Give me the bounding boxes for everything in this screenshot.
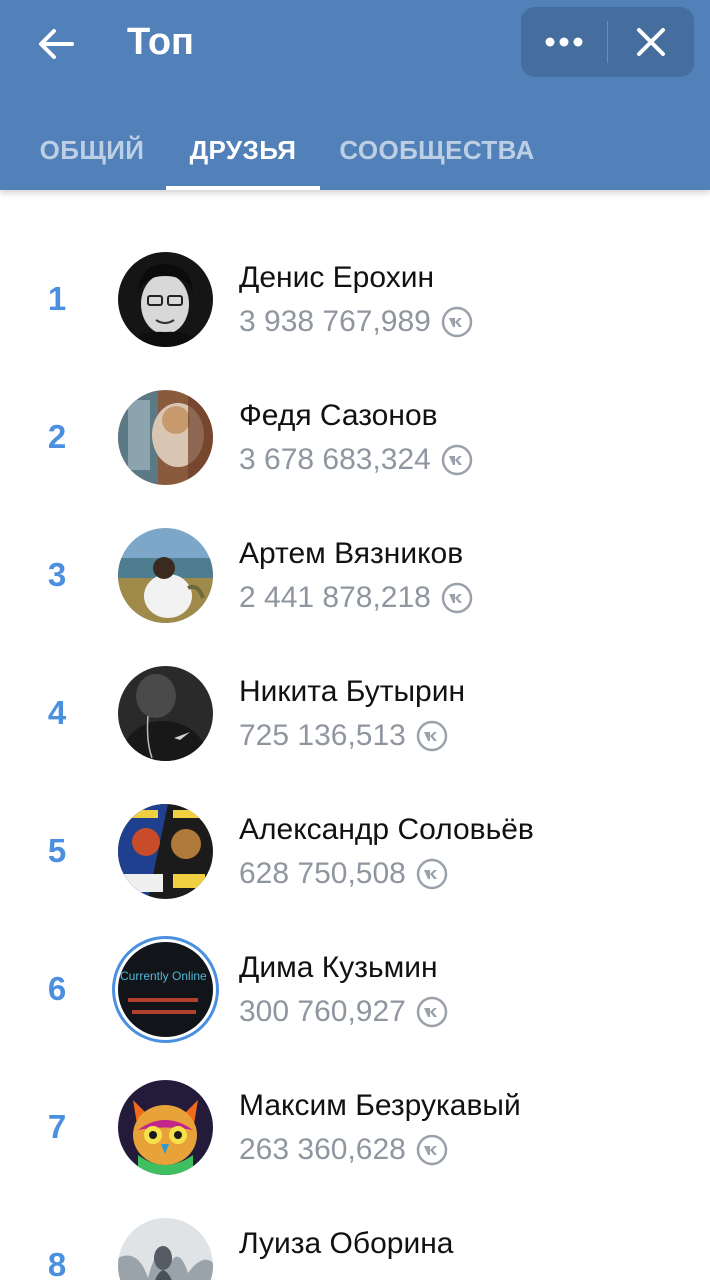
rank-number: 1 xyxy=(47,280,67,317)
leaderboard-list: 1 Денис Ерохин 3 938 767,989 2 Федя Сазо… xyxy=(0,190,710,1280)
score-value: 3 678 683,324 xyxy=(239,443,431,476)
user-name: Дима Кузьмин xyxy=(239,951,438,984)
vk-coin-icon xyxy=(416,1134,448,1166)
score-value: 300 760,927 xyxy=(239,995,406,1028)
avatar xyxy=(118,1080,213,1175)
score-value: 3 938 767,989 xyxy=(239,305,431,338)
rank-number: 6 xyxy=(47,970,67,1007)
user-score: 300 760,927 xyxy=(239,994,448,1030)
vk-coin-icon xyxy=(416,858,448,890)
arrow-left-icon xyxy=(39,29,74,59)
more-button[interactable] xyxy=(521,7,607,77)
tab-bar: ОБЩИЙ ДРУЗЬЯ СООБЩЕСТВА xyxy=(0,110,710,190)
leaderboard-row[interactable]: 3 Артем Вязников 2 441 878,218 xyxy=(0,506,710,644)
rank-number: 5 xyxy=(47,832,67,869)
score-value: 2 441 878,218 xyxy=(239,581,431,614)
leaderboard-row[interactable]: 8 Луиза Оборина xyxy=(0,1196,710,1280)
tab-friends[interactable]: ДРУЗЬЯ xyxy=(166,110,320,190)
leaderboard-row[interactable]: 7 Максим Безрукавый 263 360,628 xyxy=(0,1058,710,1196)
avatar xyxy=(118,666,213,761)
vk-coin-icon xyxy=(441,444,473,476)
leaderboard-row[interactable]: 4 Никита Бутырин 725 136,513 xyxy=(0,644,710,782)
leaderboard-row[interactable]: 2 Федя Сазонов 3 678 683,324 xyxy=(0,368,710,506)
window-controls xyxy=(521,7,694,77)
score-value: 725 136,513 xyxy=(239,719,406,752)
more-horizontal-icon xyxy=(545,37,583,47)
rank-number: 7 xyxy=(47,1108,67,1145)
vk-coin-icon xyxy=(441,582,473,614)
back-button[interactable] xyxy=(28,16,84,72)
header-bar: Топ ОБЩИЙ ДРУЗЬЯ СООБЩЕСТВА xyxy=(0,0,710,190)
close-icon xyxy=(637,28,665,56)
rank-number: 3 xyxy=(47,556,67,593)
user-name: Луиза Оборина xyxy=(239,1227,454,1260)
app-screen: Топ ОБЩИЙ ДРУЗЬЯ СООБЩЕСТВА 1 Денис Ерох… xyxy=(0,0,710,1280)
close-button[interactable] xyxy=(608,7,694,77)
user-score: 2 441 878,218 xyxy=(239,580,473,616)
vk-coin-icon xyxy=(441,306,473,338)
rank-number: 4 xyxy=(47,694,67,731)
avatar xyxy=(118,528,213,623)
avatar-status-text: Currently Online xyxy=(120,969,207,983)
leaderboard-row[interactable]: 1 Денис Ерохин 3 938 767,989 xyxy=(0,230,710,368)
rank-number: 8 xyxy=(47,1246,67,1280)
user-name: Денис Ерохин xyxy=(239,261,435,294)
avatar xyxy=(118,390,213,485)
avatar xyxy=(118,1218,213,1280)
user-name: Максим Безрукавый xyxy=(239,1089,521,1122)
user-score: 263 360,628 xyxy=(239,1132,448,1168)
active-tab-indicator xyxy=(166,186,320,190)
user-score: 3 678 683,324 xyxy=(239,442,473,478)
rank-number: 2 xyxy=(47,418,67,455)
user-score: 3 938 767,989 xyxy=(239,304,473,340)
user-name: Никита Бутырин xyxy=(239,675,466,708)
tab-general[interactable]: ОБЩИЙ xyxy=(22,110,162,190)
user-name: Федя Сазонов xyxy=(239,399,438,432)
user-score: 628 750,508 xyxy=(239,856,448,892)
user-score: 725 136,513 xyxy=(239,718,448,754)
avatar xyxy=(118,252,213,347)
leaderboard-row[interactable]: 5 Александр Соловьёв 628 750,508 xyxy=(0,782,710,920)
vk-coin-icon xyxy=(416,720,448,752)
leaderboard-row[interactable]: 6 Currently Online Дима Кузьмин 300 760,… xyxy=(0,920,710,1058)
user-name: Артем Вязников xyxy=(239,537,464,570)
avatar xyxy=(118,804,213,899)
tab-communities[interactable]: СООБЩЕСТВА xyxy=(326,110,548,190)
vk-coin-icon xyxy=(416,996,448,1028)
avatar: Currently Online xyxy=(118,942,213,1037)
score-value: 263 360,628 xyxy=(239,1133,406,1166)
score-value: 628 750,508 xyxy=(239,857,406,890)
user-name: Александр Соловьёв xyxy=(239,813,534,846)
page-title: Топ xyxy=(127,21,194,63)
